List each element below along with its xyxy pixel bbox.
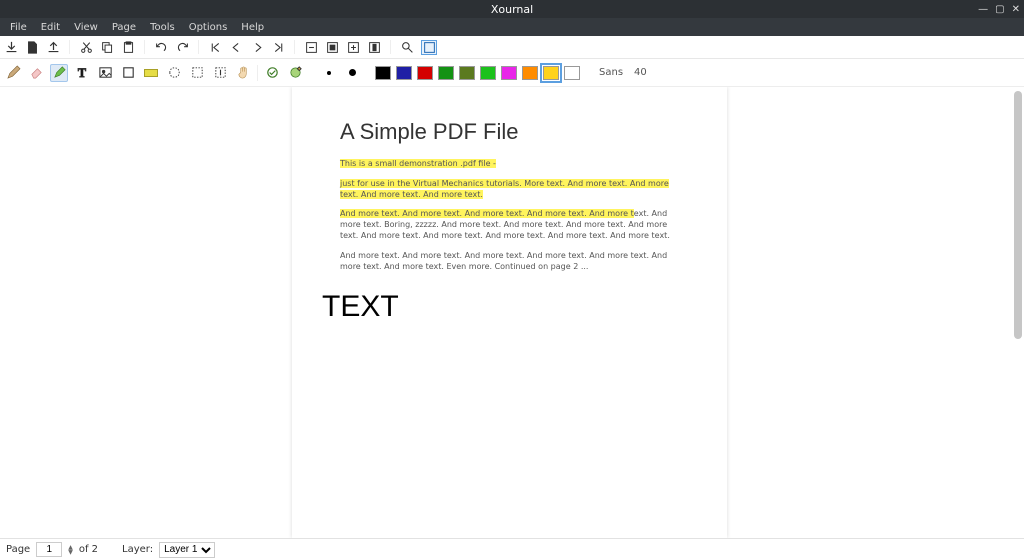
vertical-space-tool[interactable] (211, 64, 229, 82)
last-page-icon[interactable] (271, 40, 285, 54)
vertical-scrollbar[interactable] (1014, 91, 1022, 339)
color-white[interactable] (564, 66, 580, 80)
shape-tool[interactable] (119, 64, 137, 82)
paste-icon[interactable] (121, 40, 135, 54)
font-name-label[interactable]: Sans (599, 67, 623, 78)
thickness-medium[interactable] (343, 64, 361, 82)
color-orange[interactable] (522, 66, 538, 80)
thickness-small[interactable] (320, 64, 338, 82)
highlighter-tool[interactable] (50, 64, 68, 82)
window-titlebar: Xournal — ▢ ✕ (0, 0, 1024, 18)
find-icon[interactable] (400, 40, 414, 54)
menu-options[interactable]: Options (183, 20, 234, 35)
canvas-area[interactable]: A Simple PDF File This is a small demons… (0, 87, 1024, 538)
pencil-tool[interactable] (4, 64, 22, 82)
menubar: File Edit View Page Tools Options Help (0, 18, 1024, 36)
zoom-in-icon[interactable] (346, 40, 360, 54)
tool-toolbar: T Sans 40 (0, 59, 1024, 87)
zoom-width-icon[interactable] (367, 40, 381, 54)
close-icon[interactable]: ✕ (1012, 4, 1020, 15)
undo-icon[interactable] (154, 40, 168, 54)
text-annotation[interactable]: TEXT (322, 290, 399, 324)
paragraph-4: And more text. And more text. And more t… (340, 251, 679, 273)
paragraph-1: This is a small demonstration .pdf file … (340, 159, 679, 170)
main-toolbar (0, 36, 1024, 59)
color-darkgreen[interactable] (459, 66, 475, 80)
page-total-label: of 2 (79, 544, 98, 555)
layer-add-icon[interactable] (286, 64, 304, 82)
select-rect-tool[interactable] (188, 64, 206, 82)
new-icon[interactable] (25, 40, 39, 54)
maximize-icon[interactable]: ▢ (995, 4, 1004, 15)
color-darkblue[interactable] (396, 66, 412, 80)
menu-page[interactable]: Page (106, 20, 142, 35)
fullscreen-icon[interactable] (421, 40, 437, 55)
save-icon[interactable] (4, 40, 18, 54)
color-black[interactable] (375, 66, 391, 80)
color-red[interactable] (417, 66, 433, 80)
layer-select[interactable]: Layer 1 (159, 542, 215, 558)
statusbar: Page ▲▼ of 2 Layer: Layer 1 (0, 538, 1024, 560)
menu-help[interactable]: Help (235, 20, 270, 35)
cut-icon[interactable] (79, 40, 93, 54)
prev-page-icon[interactable] (229, 40, 243, 54)
menu-edit[interactable]: Edit (35, 20, 66, 35)
eraser-tool[interactable] (27, 64, 45, 82)
hand-tool[interactable] (234, 64, 252, 82)
open-icon[interactable] (46, 40, 60, 54)
color-magenta[interactable] (501, 66, 517, 80)
menu-file[interactable]: File (4, 20, 33, 35)
page-label: Page (6, 544, 30, 555)
next-page-icon[interactable] (250, 40, 264, 54)
layer-label: Layer: (122, 544, 153, 555)
page-title: A Simple PDF File (340, 119, 679, 145)
zoom-fit-icon[interactable] (325, 40, 339, 54)
pdf-page[interactable]: A Simple PDF File This is a small demons… (292, 87, 727, 538)
copy-icon[interactable] (100, 40, 114, 54)
color-cyan[interactable] (480, 66, 496, 80)
zoom-out-icon[interactable] (304, 40, 318, 54)
layer-visible-icon[interactable] (263, 64, 281, 82)
font-size-label[interactable]: 40 (634, 67, 647, 78)
paragraph-2: just for use in the Virtual Mechanics tu… (340, 179, 679, 201)
page-number-input[interactable] (36, 542, 62, 557)
redo-icon[interactable] (175, 40, 189, 54)
paragraph-3: And more text. And more text. And more t… (340, 209, 679, 241)
menu-tools[interactable]: Tools (144, 20, 181, 35)
minimize-icon[interactable]: — (978, 4, 988, 15)
menu-view[interactable]: View (68, 20, 104, 35)
window-title: Xournal (491, 3, 533, 16)
image-tool[interactable] (96, 64, 114, 82)
first-page-icon[interactable] (208, 40, 222, 54)
color-yellow[interactable] (543, 66, 559, 80)
highlight-box-tool[interactable] (142, 64, 160, 82)
text-tool[interactable]: T (73, 64, 91, 82)
select-region-tool[interactable] (165, 64, 183, 82)
color-green[interactable] (438, 66, 454, 80)
svg-text:T: T (77, 66, 85, 80)
page-spin-buttons[interactable]: ▲▼ (68, 545, 73, 555)
